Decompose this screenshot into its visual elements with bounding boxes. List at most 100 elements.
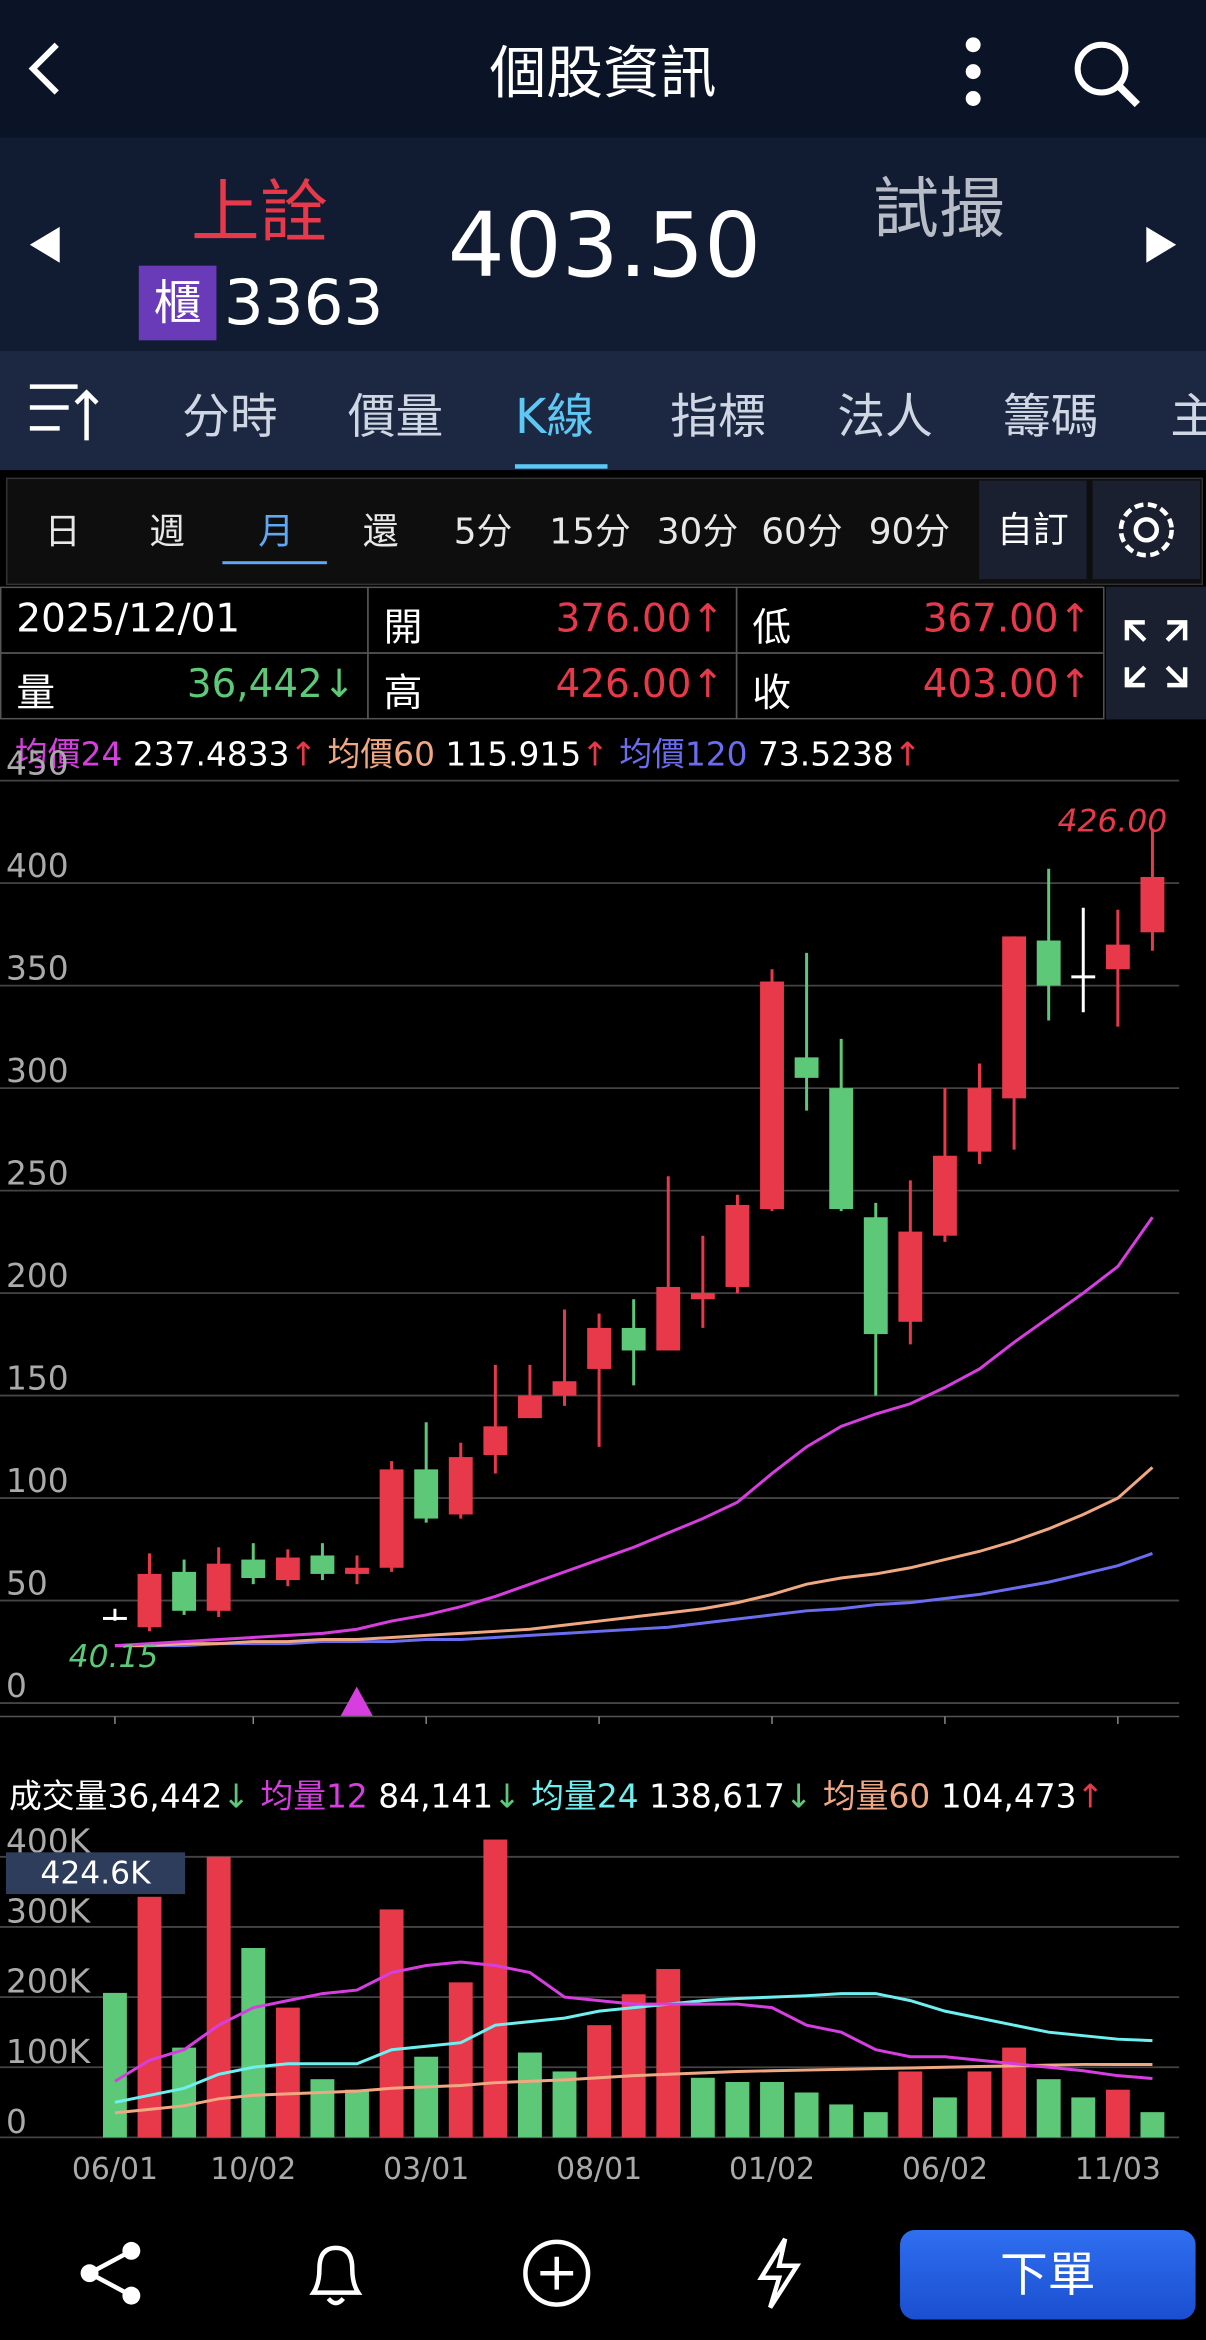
y-tick-label: 300 [6, 1052, 69, 1090]
volume-bar [725, 2081, 750, 2138]
candle-body [725, 1204, 750, 1287]
volume-bar [102, 1992, 127, 2138]
candle-body [760, 981, 784, 1210]
candle-body [898, 1231, 923, 1322]
vol-y-tick-label: 0 [6, 2103, 27, 2141]
vol-ma-value-1: 138,617 [649, 1779, 785, 1817]
vol-label: 成交量 [8, 1779, 108, 1817]
volume-bar [1105, 2089, 1130, 2138]
candle-body [448, 1457, 473, 1515]
volume-bar [621, 1994, 646, 2138]
volume-bar [414, 2056, 439, 2138]
candle-body [310, 1555, 335, 1574]
candle-body [967, 1088, 992, 1152]
candle-body [206, 1563, 231, 1611]
vol-ma-label-0: 均量12 [260, 1779, 368, 1817]
x-tick-label: 08/01 [556, 2152, 642, 2187]
ma60-line [114, 1466, 1154, 1648]
y-tick-label: 250 [6, 1155, 69, 1193]
volume-bar [967, 2071, 992, 2138]
max-price-label: 426.00 [1058, 803, 1168, 839]
candle-body [1071, 975, 1096, 979]
add-icon[interactable] [519, 2236, 594, 2317]
volume-bar [137, 1896, 162, 2138]
candle-body [656, 1286, 681, 1351]
y-tick-label: 100 [6, 1462, 69, 1500]
candle-body [1036, 940, 1061, 986]
candle-body [829, 1088, 854, 1210]
x-tick-label: 10/02 [210, 2152, 296, 2187]
candle-body [414, 1469, 439, 1519]
x-tick-label: 01/02 [729, 2152, 815, 2187]
volume-bar [1002, 2047, 1027, 2138]
vol-ma-label-2: 均量60 [822, 1779, 931, 1817]
volume-bar [898, 2071, 923, 2138]
vol-y-tick-label: 300K [6, 1892, 92, 1930]
vol-ma-arrow-2: ↑ [1076, 1779, 1105, 1817]
candle-body [621, 1327, 646, 1351]
vol-ma-label-1: 均量24 [531, 1779, 639, 1817]
lightning-icon[interactable] [749, 2233, 809, 2320]
vol-ma-arrow-0: ↓ [493, 1779, 521, 1817]
y-tick-label: 350 [6, 950, 69, 988]
share-icon[interactable] [78, 2239, 147, 2314]
candle-body [345, 1567, 369, 1574]
volume-bar [1036, 2079, 1061, 2138]
min-price-label: 40.15 [69, 1639, 159, 1675]
candle-body [1140, 876, 1165, 933]
volume-bar [1140, 2112, 1165, 2138]
ma120-line [114, 1552, 1153, 1648]
place-order-button[interactable]: 下單 [900, 2229, 1196, 2320]
y-tick-label: 400 [6, 847, 69, 885]
vol-ma-value-2: 104,473 [940, 1779, 1077, 1817]
volume-bar [448, 1982, 473, 2138]
candle-body [137, 1573, 162, 1628]
volume-bar [690, 2077, 715, 2138]
y-tick-label: 150 [6, 1360, 69, 1398]
marker-triangle [340, 1686, 374, 1717]
volume-bar [172, 2047, 197, 2138]
candle-body [863, 1217, 888, 1335]
volume-bar [829, 2104, 854, 2138]
vol-y-tick-label: 200K [6, 1963, 92, 2001]
y-tick-label: 50 [6, 1565, 48, 1603]
x-tick-label: 06/01 [72, 2152, 158, 2187]
volume-bar [517, 2052, 542, 2138]
bell-icon[interactable] [299, 2236, 374, 2317]
volume-bar [656, 1969, 681, 2138]
candlestick-chart[interactable]: 050100150200250300350400450426.0040.1501… [0, 0, 1206, 2206]
volume-bar [932, 2097, 957, 2138]
vol-ma-arrow-1: ↓ [784, 1779, 813, 1817]
vol-arrow: ↓ [222, 1779, 250, 1817]
candle-body [517, 1395, 542, 1419]
volume-bar [345, 2089, 369, 2138]
volume-bar [863, 2112, 888, 2138]
y-tick-label: 200 [6, 1257, 69, 1295]
candle-body [379, 1469, 404, 1568]
x-tick-label: 06/02 [902, 2152, 988, 2187]
candle-body [587, 1327, 612, 1369]
volume-bar [483, 1839, 508, 2138]
candle-body [932, 1155, 957, 1236]
candle-body [794, 1057, 819, 1078]
volume-bar [206, 1856, 231, 2138]
vol-max-label: 424.6K [40, 1856, 152, 1892]
candle-body [275, 1557, 300, 1581]
volume-bar [379, 1909, 404, 2138]
x-tick-label: 11/03 [1075, 2152, 1161, 2187]
candle-body [102, 1616, 127, 1620]
volume-bar [241, 1947, 266, 2138]
vol-y-tick-label: 100K [6, 2033, 92, 2071]
vol-ma-value-0: 84,141 [378, 1779, 494, 1817]
volume-bar [310, 2079, 335, 2138]
volume-bar [1071, 2097, 1096, 2138]
candle-body [483, 1426, 508, 1456]
candle-body [552, 1381, 577, 1396]
volume-bar [760, 2081, 784, 2138]
candle-body [1105, 944, 1130, 970]
volume-legend: 成交量36,442↓ 均量12 84,141↓ 均量24 138,617↓ 均量… [9, 1770, 1104, 1818]
candle-body [690, 1293, 715, 1300]
ma24-line [114, 1216, 1154, 1648]
volume-bar [275, 2007, 300, 2138]
volume-bar [587, 2025, 612, 2138]
